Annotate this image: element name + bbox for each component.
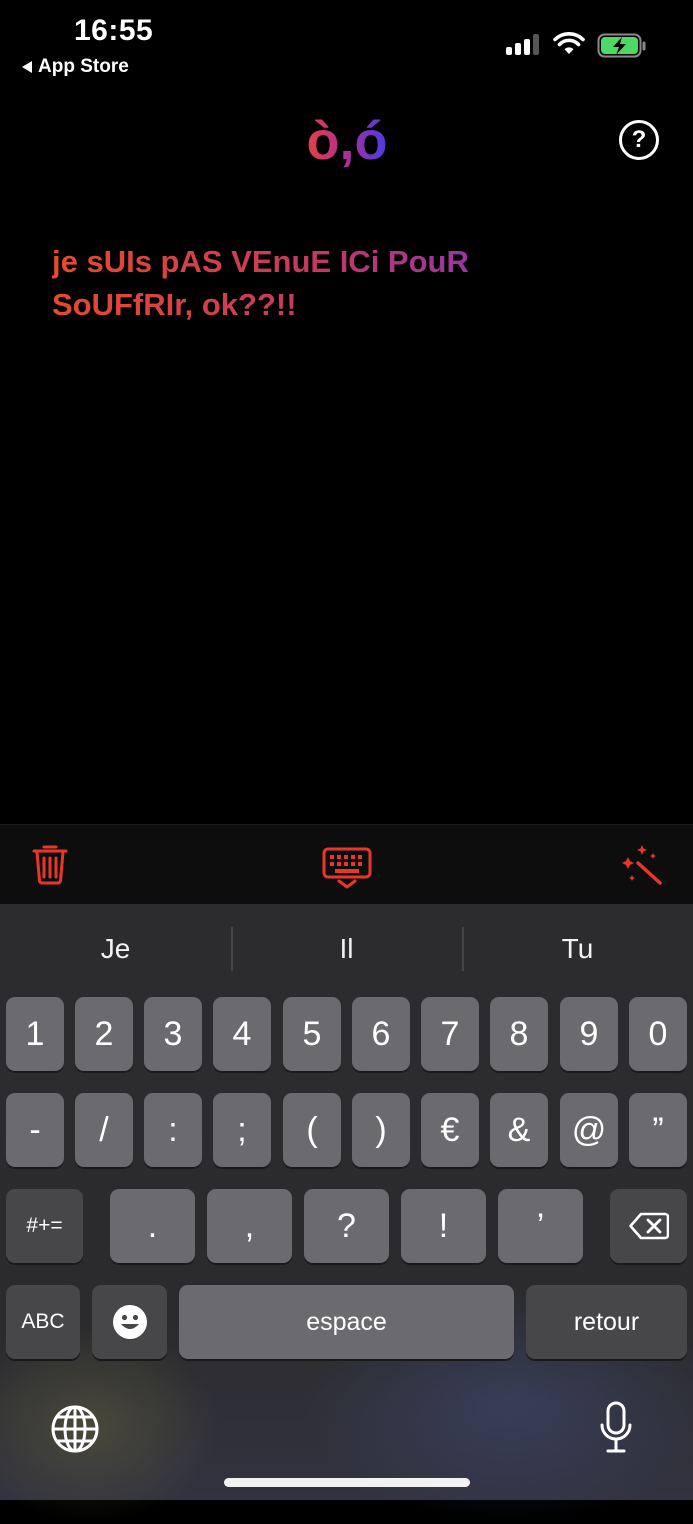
wifi-icon xyxy=(553,32,585,54)
action-toolbar xyxy=(0,824,693,905)
microphone-icon[interactable] xyxy=(598,1401,634,1455)
back-to-app-store[interactable]: App Store xyxy=(22,56,129,78)
key-3[interactable]: 3 xyxy=(144,997,202,1071)
key-colon[interactable]: : xyxy=(144,1093,202,1167)
key-comma[interactable]: , xyxy=(207,1189,292,1263)
app-title: ò,ó xyxy=(302,110,392,172)
key-emoji[interactable] xyxy=(92,1285,167,1359)
key-semicolon[interactable]: ; xyxy=(213,1093,271,1167)
key-backspace[interactable] xyxy=(610,1189,687,1263)
key-symbols[interactable]: #+= xyxy=(6,1189,83,1263)
key-exclamation[interactable]: ! xyxy=(401,1189,486,1263)
emoji-icon xyxy=(112,1305,147,1339)
suggestion-bar: Je Il Tu xyxy=(0,904,693,994)
transformed-text[interactable]: je sUIs pAS VEnuE ICi PouR SoUFfRIr, ok?… xyxy=(52,240,522,327)
key-abc[interactable]: ABC xyxy=(6,1285,80,1359)
key-at[interactable]: @ xyxy=(560,1093,618,1167)
key-1[interactable]: 1 xyxy=(6,997,64,1071)
suggestion-2[interactable]: Il xyxy=(231,904,462,994)
key-0[interactable]: 0 xyxy=(629,997,687,1071)
globe-icon[interactable] xyxy=(50,1404,100,1454)
keyboard-icon[interactable] xyxy=(322,847,372,889)
status-time: 16:55 xyxy=(74,14,154,47)
key-8[interactable]: 8 xyxy=(490,997,548,1071)
key-7[interactable]: 7 xyxy=(421,997,479,1071)
suggestion-3[interactable]: Tu xyxy=(462,904,693,994)
key-period[interactable]: . xyxy=(110,1189,195,1263)
key-close-paren[interactable]: ) xyxy=(352,1093,410,1167)
magic-wand-icon[interactable] xyxy=(620,843,664,885)
key-6[interactable]: 6 xyxy=(352,997,410,1071)
key-space[interactable]: espace xyxy=(179,1285,514,1359)
back-arrow-icon xyxy=(22,61,32,73)
trash-icon[interactable] xyxy=(32,843,68,885)
key-open-paren[interactable]: ( xyxy=(283,1093,341,1167)
key-question[interactable]: ? xyxy=(304,1189,389,1263)
key-slash[interactable]: / xyxy=(75,1093,133,1167)
key-5[interactable]: 5 xyxy=(283,997,341,1071)
home-indicator[interactable] xyxy=(224,1478,470,1487)
key-ampersand[interactable]: & xyxy=(490,1093,548,1167)
status-bar: 16:55 App Store xyxy=(0,0,693,90)
key-4[interactable]: 4 xyxy=(213,997,271,1071)
keyboard: Je Il Tu 1 2 3 4 5 6 7 8 9 0 - / : ; ( )… xyxy=(0,904,693,1524)
key-2[interactable]: 2 xyxy=(75,997,133,1071)
key-9[interactable]: 9 xyxy=(560,997,618,1071)
cellular-signal-icon xyxy=(506,34,539,55)
key-apostrophe[interactable]: ’ xyxy=(498,1189,583,1263)
key-return[interactable]: retour xyxy=(526,1285,687,1359)
battery-charging-icon xyxy=(597,33,646,58)
suggestion-1[interactable]: Je xyxy=(0,904,231,994)
back-label: App Store xyxy=(38,56,129,77)
key-euro[interactable]: € xyxy=(421,1093,479,1167)
help-button[interactable]: ? xyxy=(619,120,659,160)
key-quote[interactable]: ” xyxy=(629,1093,687,1167)
backspace-icon xyxy=(628,1212,669,1240)
key-hyphen[interactable]: - xyxy=(6,1093,64,1167)
